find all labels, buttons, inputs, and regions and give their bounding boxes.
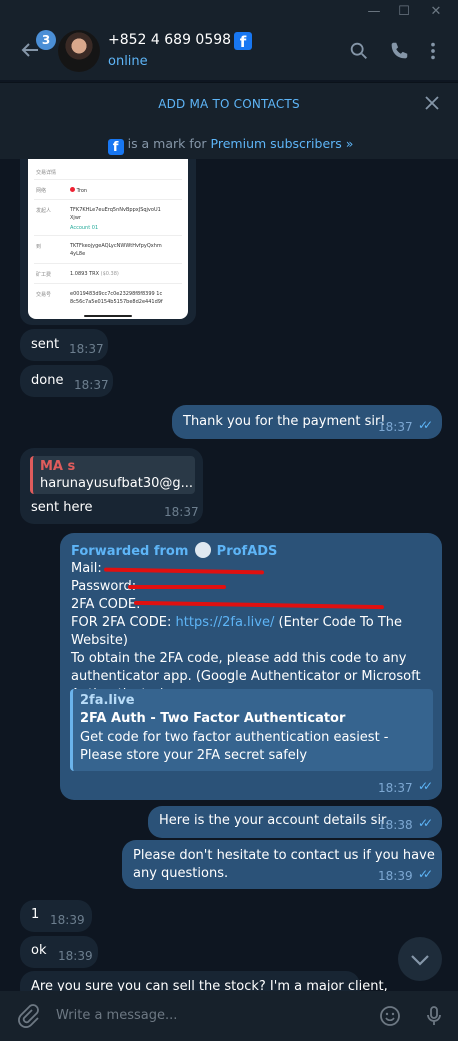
- message-incoming[interactable]: 1 18:39: [20, 900, 92, 932]
- add-contact-bar: ADD MA TO CONTACTS: [0, 82, 458, 127]
- double-check-icon: ✓✓: [418, 779, 433, 793]
- receipt-heading: 交易详情: [36, 170, 57, 176]
- receipt-to-value: TKTFkeojygeAQLycNWWtHvfpyQxhm: [70, 243, 162, 249]
- preview-title: 2FA Auth - Two Factor Authenticator: [80, 711, 346, 726]
- message-text: Here is the your account details sir.: [159, 813, 390, 828]
- receipt-image-message[interactable]: 交易详情 网络 Tron 发起人 TFK7KHLe7euErq5nNvBppxJ…: [20, 159, 196, 325]
- forwarded-source[interactable]: ProfADS: [217, 544, 278, 559]
- chevron-down-icon: [411, 955, 429, 966]
- message-time: 18:37: [74, 378, 109, 392]
- premium-link[interactable]: Premium subscribers »: [211, 136, 354, 151]
- receipt-sender-value: TFK7KHLe7euErq5nNvBppxJSqjvoU1: [70, 207, 161, 213]
- message-text: ok: [31, 943, 47, 958]
- receipt-network-label: 网络: [36, 188, 47, 194]
- double-check-icon: ✓✓: [418, 867, 433, 881]
- forwarded-header: Forwarded from ProfADS: [71, 542, 277, 559]
- receipt-sender-account: Account 01: [70, 225, 99, 231]
- message-text: done: [31, 373, 64, 388]
- message-time: 18:39: [50, 913, 85, 927]
- message-incoming[interactable]: sent 18:37: [20, 329, 108, 361]
- close-icon[interactable]: [422, 93, 442, 113]
- forwarded-body: Mail: Password: 2FA CODE: FOR 2FA CODE: …: [71, 560, 433, 704]
- microphone-icon[interactable]: [422, 1004, 446, 1028]
- receipt-sender-label: 发起人: [36, 208, 52, 214]
- password-line: Password:: [71, 579, 137, 594]
- link-preview[interactable]: 2fa.live 2FA Auth - Two Factor Authentic…: [70, 689, 433, 771]
- contact-name-text: +852 4 689 0598: [108, 32, 232, 48]
- window-titlebar: — ☐ ✕: [0, 0, 458, 24]
- message-time: 18:37: [378, 420, 413, 434]
- receipt-fee-label: 矿工费: [36, 272, 52, 278]
- receipt-fee-value: 1.0893 TRX ($0.38): [70, 271, 119, 277]
- message-time: 18:38: [378, 818, 413, 832]
- facebook-icon: f: [234, 32, 253, 51]
- message-input-bar: Write a message...: [0, 991, 458, 1041]
- message-time: 18:37: [378, 781, 413, 795]
- message-time: 18:39: [378, 869, 413, 883]
- message-time: 18:37: [69, 342, 104, 356]
- paperclip-icon[interactable]: [16, 1004, 40, 1028]
- preview-site: 2fa.live: [80, 693, 135, 708]
- receipt-tx-value-2: 8c56c7a5e0154b5157be8d2e441d9f: [70, 299, 163, 305]
- premium-text: is a mark for: [127, 136, 207, 151]
- receipt-to-value-2: 4yL8e: [70, 251, 86, 257]
- contact-status: online: [108, 54, 148, 69]
- search-icon[interactable]: [348, 40, 370, 62]
- preview-description: Get code for two factor authentication e…: [80, 730, 389, 763]
- window-close-button[interactable]: ✕: [426, 2, 446, 22]
- message-incoming[interactable]: MA s harunayusufbat30@g... sent here 18:…: [20, 448, 203, 524]
- more-vertical-icon[interactable]: [422, 40, 444, 62]
- avatar[interactable]: [58, 30, 100, 72]
- reply-text: harunayusufbat30@g...: [40, 476, 194, 491]
- message-text: Are you sure you can sell the stock? I'm…: [31, 979, 388, 991]
- double-check-icon: ✓✓: [418, 816, 433, 830]
- profads-avatar: [194, 542, 211, 558]
- message-forwarded[interactable]: Forwarded from ProfADS Mail: Password: 2…: [60, 533, 442, 800]
- redaction-mark: [128, 585, 226, 589]
- maximize-button[interactable]: ☐: [394, 2, 414, 22]
- message-text: sent: [31, 337, 60, 352]
- unread-badge: 3: [36, 30, 56, 50]
- chat-header: 3 +852 4 689 0598 f online: [0, 24, 458, 80]
- message-list[interactable]: 交易详情 网络 Tron 发起人 TFK7KHLe7euErq5nNvBppxJ…: [0, 159, 458, 991]
- contact-name[interactable]: +852 4 689 0598 f: [108, 32, 253, 51]
- forwarded-prefix: Forwarded from: [71, 544, 189, 559]
- message-time: 18:39: [58, 949, 93, 963]
- reply-author: MA s: [40, 459, 76, 474]
- receipt-tx-value: e0019483d9cc7c0e23298f8f8399 1c: [70, 291, 163, 297]
- minimize-button[interactable]: —: [364, 2, 384, 22]
- add-contact-button[interactable]: ADD MA TO CONTACTS: [0, 97, 458, 111]
- message-outgoing[interactable]: Thank you for the payment sir! 18:37 ✓✓: [172, 405, 442, 439]
- message-text: Thank you for the payment sir!: [183, 414, 386, 429]
- receipt-image: 交易详情 网络 Tron 发起人 TFK7KHLe7euErq5nNvBppxJ…: [28, 159, 188, 319]
- receipt-to-label: 到: [36, 244, 42, 250]
- phone-icon[interactable]: [388, 40, 410, 62]
- message-outgoing[interactable]: Please don't hesitate to contact us if y…: [122, 840, 442, 889]
- reply-quote[interactable]: MA s harunayusufbat30@g...: [30, 456, 195, 494]
- premium-notice: f is a mark for Premium subscribers »: [0, 127, 458, 159]
- emoji-icon[interactable]: [378, 1004, 402, 1028]
- message-input[interactable]: Write a message...: [56, 1008, 177, 1023]
- message-incoming[interactable]: Are you sure you can sell the stock? I'm…: [20, 971, 388, 991]
- message-text: 1: [31, 907, 40, 922]
- receipt-sender-value-2: Xjwr: [70, 215, 81, 221]
- receipt-tx-label: 交易号: [36, 292, 52, 298]
- message-incoming[interactable]: done 18:37: [20, 365, 113, 397]
- double-check-icon: ✓✓: [418, 418, 433, 432]
- receipt-network-value: Tron: [70, 187, 87, 194]
- message-time: 18:37: [164, 505, 199, 519]
- message-incoming[interactable]: ok 18:39: [20, 936, 98, 968]
- 2fa-link-line: FOR 2FA CODE: https://2fa.live/ (Enter C…: [71, 615, 403, 648]
- facebook-icon: f: [107, 139, 124, 155]
- 2fa-link[interactable]: https://2fa.live/: [176, 615, 275, 630]
- message-text: sent here: [31, 500, 93, 515]
- message-outgoing[interactable]: Here is the your account details sir. 18…: [148, 806, 442, 838]
- scroll-down-button[interactable]: [398, 937, 442, 981]
